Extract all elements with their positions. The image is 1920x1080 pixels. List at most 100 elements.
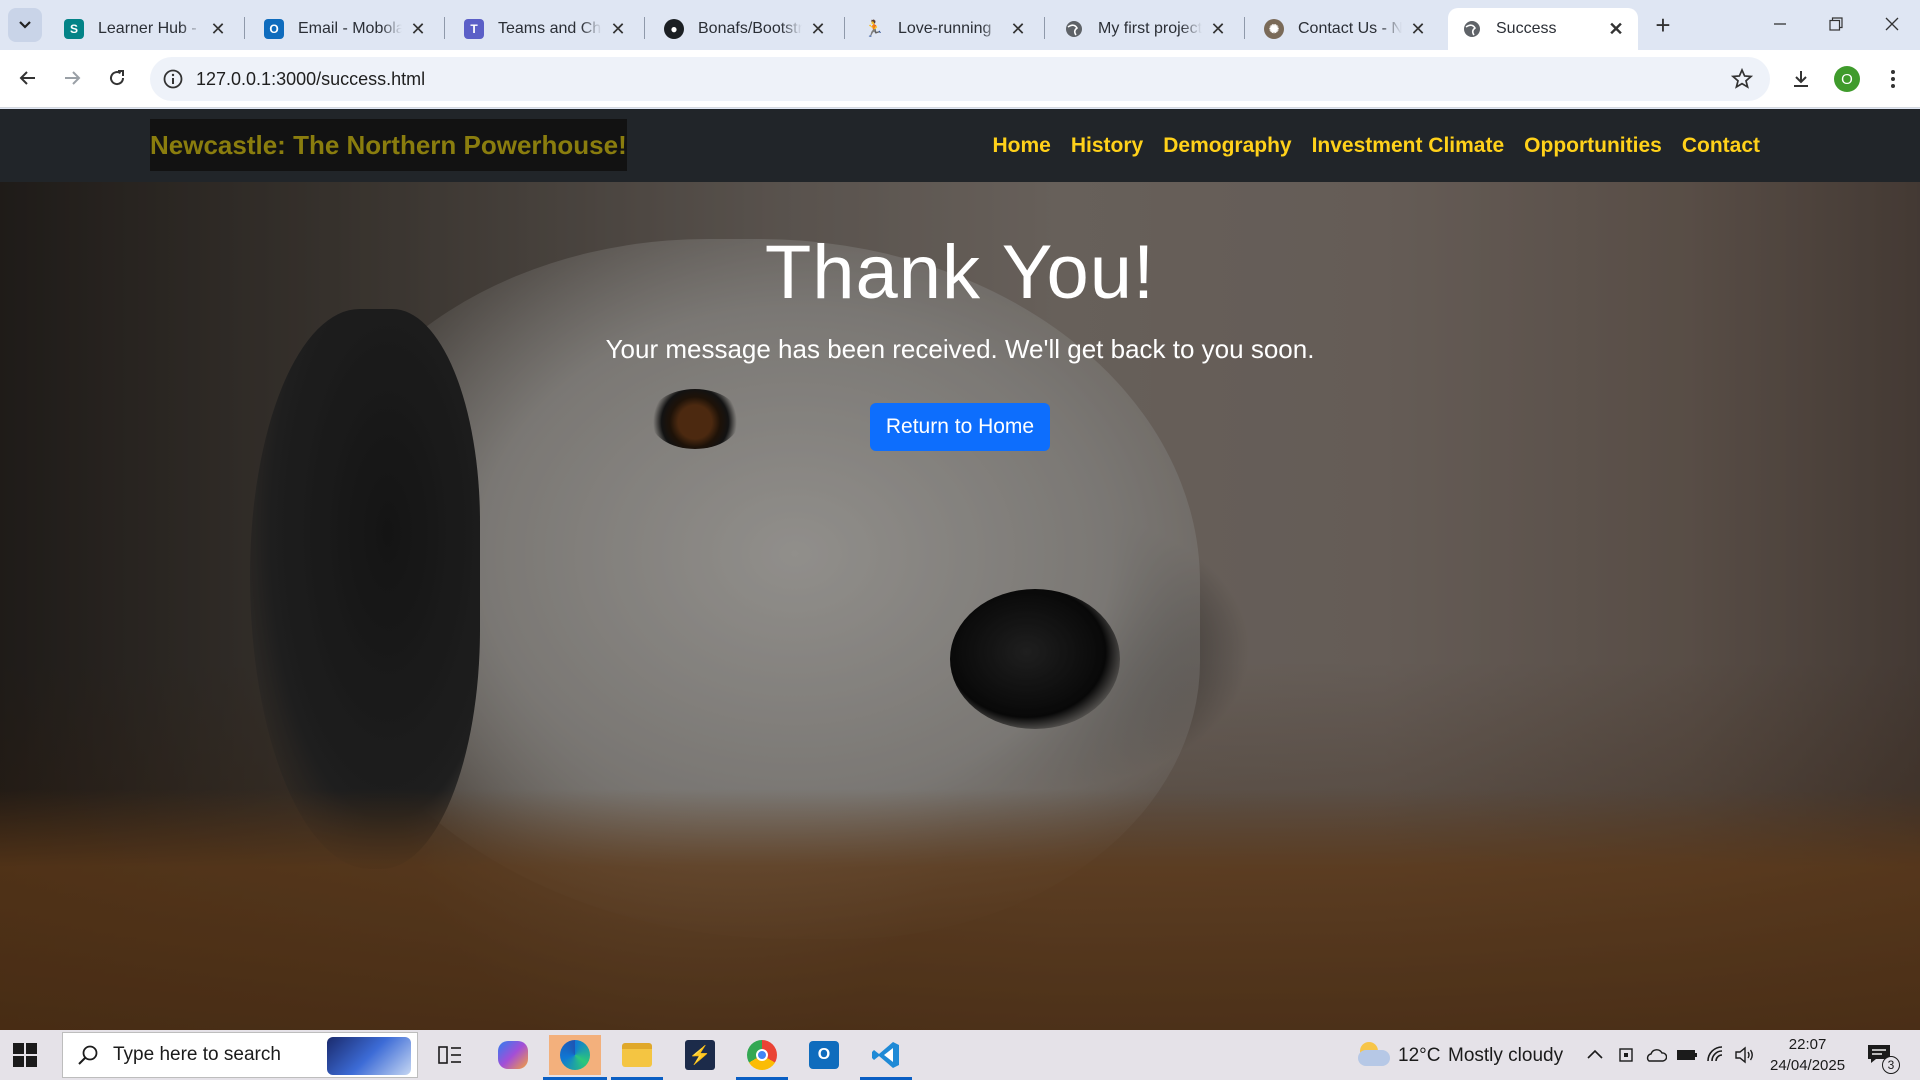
tab-contact-us[interactable]: ✺ Contact Us - New ✕	[1250, 8, 1440, 50]
outlook-icon: O	[264, 19, 284, 39]
tab-title: Success	[1496, 20, 1557, 37]
nav-link-contact[interactable]: Contact	[1682, 134, 1760, 158]
tab-success[interactable]: Success ✕	[1448, 8, 1638, 50]
tab-search-button[interactable]	[8, 8, 42, 42]
hero-content: Thank You! Your message has been receive…	[0, 229, 1920, 451]
browser-tab-strip: S Learner Hub - Home ✕ O Email - Mobolaj…	[0, 0, 1920, 50]
tab-title: My first project	[1098, 20, 1202, 37]
close-icon	[1885, 17, 1899, 31]
taskbar-app-powershell[interactable]: ⚡	[680, 1035, 720, 1075]
forward-button[interactable]	[56, 62, 88, 94]
close-icon[interactable]: ✕	[208, 19, 228, 39]
weather-condition[interactable]: Mostly cloudy	[1448, 1045, 1563, 1067]
tab-love-running[interactable]: 🏃 Love-running ✕	[850, 8, 1040, 50]
address-bar[interactable]: 127.0.0.1:3000/success.html	[150, 57, 1770, 101]
search-placeholder: Type here to search	[113, 1044, 281, 1065]
nav-link-demography[interactable]: Demography	[1163, 134, 1291, 158]
folder-icon	[622, 1043, 652, 1067]
system-clock[interactable]: 22:07 24/04/2025	[1770, 1034, 1845, 1076]
tab-title: Contact Us - New	[1298, 20, 1402, 37]
more-vertical-icon	[1891, 70, 1895, 88]
tab-my-first-project[interactable]: My first project ✕	[1050, 8, 1240, 50]
close-icon[interactable]: ✕	[408, 19, 428, 39]
tab-learner-hub[interactable]: S Learner Hub - Home ✕	[50, 8, 240, 50]
taskbar-app-chrome[interactable]	[736, 1035, 788, 1080]
copilot-button[interactable]	[493, 1035, 533, 1075]
terminal-icon: ⚡	[685, 1040, 715, 1070]
close-icon[interactable]: ✕	[808, 19, 828, 39]
arrow-right-icon	[65, 71, 81, 85]
confirmation-message: Your message has been received. We'll ge…	[605, 334, 1315, 364]
downloads-button[interactable]	[1786, 64, 1816, 94]
nav-link-history[interactable]: History	[1071, 134, 1143, 158]
browser-menu-button[interactable]	[1878, 64, 1908, 94]
sharepoint-icon: S	[64, 19, 84, 39]
close-icon[interactable]: ✕	[1208, 19, 1228, 39]
bookmark-star-icon[interactable]	[1730, 67, 1754, 91]
close-icon[interactable]: ✕	[1606, 19, 1626, 39]
avatar: O	[1834, 66, 1860, 92]
restore-icon	[1829, 17, 1843, 31]
meet-now-icon[interactable]	[1618, 1046, 1636, 1064]
taskbar-search-box[interactable]: Type here to search	[62, 1032, 418, 1078]
new-tab-button[interactable]: +	[1648, 10, 1678, 40]
taskbar-app-outlook[interactable]: O	[804, 1035, 844, 1075]
arrow-left-icon	[19, 71, 35, 85]
task-view-button[interactable]	[430, 1035, 470, 1075]
search-icon	[78, 1045, 98, 1065]
github-icon: ●	[664, 19, 684, 39]
onedrive-cloud-icon[interactable]	[1645, 1048, 1667, 1062]
nav-link-investment-climate[interactable]: Investment Climate	[1312, 134, 1505, 158]
close-icon[interactable]: ✕	[1408, 19, 1428, 39]
return-home-button[interactable]: Return to Home	[869, 403, 1051, 451]
site-info-icon[interactable]	[162, 68, 184, 90]
taskbar-app-edge[interactable]	[543, 1035, 607, 1080]
page-title: Thank You!	[764, 230, 1156, 315]
volume-icon[interactable]	[1734, 1045, 1756, 1065]
nav-links: Home History Demography Investment Clima…	[973, 109, 1760, 182]
site-navbar: Newcastle: The Northern Powerhouse! Home…	[0, 109, 1920, 182]
site-brand[interactable]: Newcastle: The Northern Powerhouse!	[150, 119, 627, 171]
wifi-icon[interactable]	[1706, 1045, 1728, 1065]
weather-icon[interactable]	[1356, 1040, 1390, 1070]
tab-title: Email - Mobolaji	[298, 20, 402, 37]
chrome-icon	[747, 1040, 777, 1070]
tab-title: Teams and Channels	[498, 20, 602, 37]
nav-link-home[interactable]: Home	[993, 134, 1051, 158]
close-window-button[interactable]	[1864, 0, 1920, 48]
globe-icon	[1066, 21, 1082, 37]
restore-button[interactable]	[1808, 0, 1864, 48]
browser-toolbar: 127.0.0.1:3000/success.html O	[0, 50, 1920, 108]
copilot-icon	[498, 1041, 528, 1069]
edge-icon	[560, 1040, 590, 1070]
nav-link-opportunities[interactable]: Opportunities	[1524, 134, 1662, 158]
tab-github[interactable]: ● Bonafs/Bootstrap ✕	[650, 8, 840, 50]
vscode-icon	[872, 1042, 899, 1068]
notification-center-button[interactable]: 3	[1866, 1042, 1906, 1074]
windows-start-icon[interactable]	[12, 1042, 38, 1068]
chevron-up-icon[interactable]	[1587, 1048, 1603, 1060]
close-icon[interactable]: ✕	[608, 19, 628, 39]
plus-icon: +	[1655, 9, 1671, 40]
brand-text: Newcastle: The Northern Powerhouse!	[150, 129, 627, 160]
search-highlight-icon	[327, 1037, 411, 1075]
tab-divider	[1044, 17, 1045, 39]
tab-teams[interactable]: T Teams and Channels ✕	[450, 8, 640, 50]
profile-button[interactable]: O	[1832, 64, 1862, 94]
taskbar-app-file-explorer[interactable]	[611, 1035, 663, 1080]
clock-time: 22:07	[1788, 1036, 1827, 1053]
taskbar-app-vscode[interactable]	[860, 1035, 912, 1080]
reload-button[interactable]	[101, 62, 133, 94]
chevron-down-icon	[19, 21, 31, 29]
url-text[interactable]: 127.0.0.1:3000/success.html	[196, 69, 425, 90]
minimize-button[interactable]	[1752, 0, 1808, 48]
tab-title: Bonafs/Bootstrap	[698, 20, 802, 37]
weather-temperature[interactable]: 12°C	[1398, 1045, 1440, 1067]
task-view-icon	[438, 1046, 461, 1064]
tab-divider	[844, 17, 845, 39]
windows-taskbar: Type here to search ⚡ O 12°C Mostly clou…	[0, 1030, 1920, 1080]
battery-icon[interactable]	[1676, 1048, 1698, 1062]
tab-email[interactable]: O Email - Mobolaji ✕	[250, 8, 440, 50]
back-button[interactable]	[12, 62, 44, 94]
close-icon[interactable]: ✕	[1008, 19, 1028, 39]
